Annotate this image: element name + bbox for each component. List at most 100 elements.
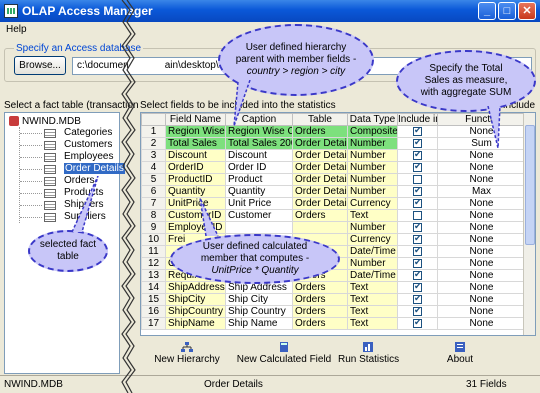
column-header[interactable]: Table [292, 113, 348, 126]
table-row[interactable]: 2Total SalesTotal Sales 2009Order Detail… [141, 137, 526, 150]
new-calculated-field-button[interactable]: New Calculated Field [236, 342, 332, 365]
caption-cell[interactable]: Ship Name [225, 317, 293, 330]
table-cell[interactable]: Orders [292, 281, 348, 294]
table-cell[interactable]: Orders [292, 317, 348, 330]
column-header[interactable] [141, 113, 166, 126]
include-checkbox[interactable] [413, 187, 422, 196]
run-statistics-button[interactable]: Run Statistics [338, 342, 399, 365]
function-cell[interactable]: None [437, 269, 526, 282]
menu-help[interactable]: Help [6, 24, 27, 35]
field-name-cell[interactable]: Region Wise [165, 125, 226, 138]
include-checkbox[interactable] [413, 247, 422, 256]
data-type-cell[interactable]: Composite [347, 125, 398, 138]
function-cell[interactable]: None [437, 161, 526, 174]
tree-item[interactable]: Employees [20, 151, 119, 163]
function-cell[interactable]: None [437, 281, 526, 294]
include-checkbox[interactable] [413, 271, 422, 280]
field-name-cell[interactable]: ShipName [165, 317, 226, 330]
caption-cell[interactable]: Product [225, 173, 293, 186]
tree-item[interactable]: Categories [20, 127, 119, 139]
data-type-cell[interactable]: Date/Time [347, 245, 398, 258]
table-cell[interactable]: Orders [292, 305, 348, 318]
data-type-cell[interactable]: Text [347, 293, 398, 306]
caption-cell[interactable]: Quantity [225, 185, 293, 198]
data-type-cell[interactable]: Currency [347, 197, 398, 210]
tree-root[interactable]: NWIND.MDB [9, 116, 81, 127]
table-cell[interactable] [292, 221, 348, 234]
column-header[interactable]: Field Name [165, 113, 226, 126]
table-row[interactable]: 6QuantityQuantityOrder DetailsNumberMax [141, 185, 526, 198]
field-name-cell[interactable]: Total Sales [165, 137, 226, 150]
browse-button[interactable]: Browse... [14, 56, 66, 75]
include-checkbox[interactable] [413, 163, 422, 172]
table-row[interactable]: 15ShipCityShip CityOrdersText None [141, 293, 526, 306]
data-type-cell[interactable]: Date/Time [347, 269, 398, 282]
table-row[interactable]: 5ProductIDProductOrder DetailsNumber None [141, 173, 526, 186]
field-name-cell[interactable]: ShipCity [165, 293, 226, 306]
new-hierarchy-button[interactable]: New Hierarchy [152, 342, 222, 365]
function-cell[interactable]: Max [437, 185, 526, 198]
table-row[interactable]: 17ShipNameShip NameOrdersText None [141, 317, 526, 330]
include-checkbox[interactable] [413, 295, 422, 304]
function-cell[interactable]: None [437, 305, 526, 318]
table-cell[interactable]: Order Details [292, 161, 348, 174]
tree-item[interactable]: Customers [20, 139, 119, 151]
include-checkbox[interactable] [413, 139, 422, 148]
caption-cell[interactable]: Ship Country [225, 305, 293, 318]
include-checkbox[interactable] [413, 319, 422, 328]
minimize-button[interactable]: _ [478, 2, 496, 20]
include-checkbox[interactable] [413, 307, 422, 316]
data-type-cell[interactable]: Number [347, 149, 398, 162]
column-header[interactable]: Include in [397, 113, 438, 126]
table-cell[interactable]: Order Details [292, 137, 348, 150]
table-cell[interactable]: Order Details [292, 173, 348, 186]
table-cell[interactable]: Orders [292, 293, 348, 306]
table-cell[interactable]: Order Details [292, 149, 348, 162]
table-row[interactable]: 14ShipAddressShip AddressOrdersTextNone [141, 281, 526, 294]
data-type-cell[interactable]: Text [347, 305, 398, 318]
function-cell[interactable]: None [437, 209, 526, 222]
caption-cell[interactable]: Order ID [225, 161, 293, 174]
function-cell[interactable]: None [437, 317, 526, 330]
table-cell[interactable]: Orders [292, 125, 348, 138]
table-cell[interactable]: Order Details [292, 197, 348, 210]
include-checkbox[interactable] [413, 223, 422, 232]
include-checkbox[interactable] [413, 210, 422, 220]
data-type-cell[interactable]: Number [347, 257, 398, 270]
field-name-cell[interactable]: ShipAddress [165, 281, 226, 294]
about-button[interactable]: About [440, 342, 480, 365]
close-button[interactable]: ✕ [518, 2, 536, 20]
function-cell[interactable]: None [437, 173, 526, 186]
data-type-cell[interactable]: Text [347, 209, 398, 222]
table-cell[interactable]: Order Details [292, 185, 348, 198]
field-name-cell[interactable]: Quantity [165, 185, 226, 198]
function-cell[interactable]: None [437, 293, 526, 306]
function-cell[interactable]: None [437, 233, 526, 246]
grid-scrollbar[interactable] [523, 113, 535, 335]
data-type-cell[interactable]: Number [347, 185, 398, 198]
table-cell[interactable]: Orders [292, 209, 348, 222]
table-row[interactable]: 1Region WiseRegion Wise CounOrdersCompos… [141, 125, 526, 138]
include-checkbox[interactable] [413, 174, 422, 184]
include-checkbox[interactable] [413, 259, 422, 268]
caption-cell[interactable]: Total Sales 2009 [225, 137, 293, 150]
include-checkbox[interactable] [413, 199, 422, 208]
field-name-cell[interactable]: ProductID [165, 173, 226, 186]
table-row[interactable]: 3DiscountDiscountOrder DetailsNumberNone [141, 149, 526, 162]
function-cell[interactable]: None [437, 221, 526, 234]
include-checkbox[interactable] [413, 151, 422, 160]
table-row[interactable]: 4OrderIDOrder IDOrder DetailsNumber None [141, 161, 526, 174]
scroll-thumb[interactable] [525, 125, 535, 245]
data-type-cell[interactable]: Number [347, 173, 398, 186]
data-type-cell[interactable]: Number [347, 137, 398, 150]
tree-item[interactable]: Order Details [20, 163, 125, 175]
field-name-cell[interactable]: ShipCountry [165, 305, 226, 318]
include-checkbox[interactable] [413, 235, 422, 244]
caption-cell[interactable]: Ship City [225, 293, 293, 306]
data-type-cell[interactable]: Text [347, 317, 398, 330]
data-type-cell[interactable]: Currency [347, 233, 398, 246]
data-type-cell[interactable]: Text [347, 281, 398, 294]
function-cell[interactable]: None [437, 245, 526, 258]
data-type-cell[interactable]: Number [347, 161, 398, 174]
function-cell[interactable]: None [437, 197, 526, 210]
